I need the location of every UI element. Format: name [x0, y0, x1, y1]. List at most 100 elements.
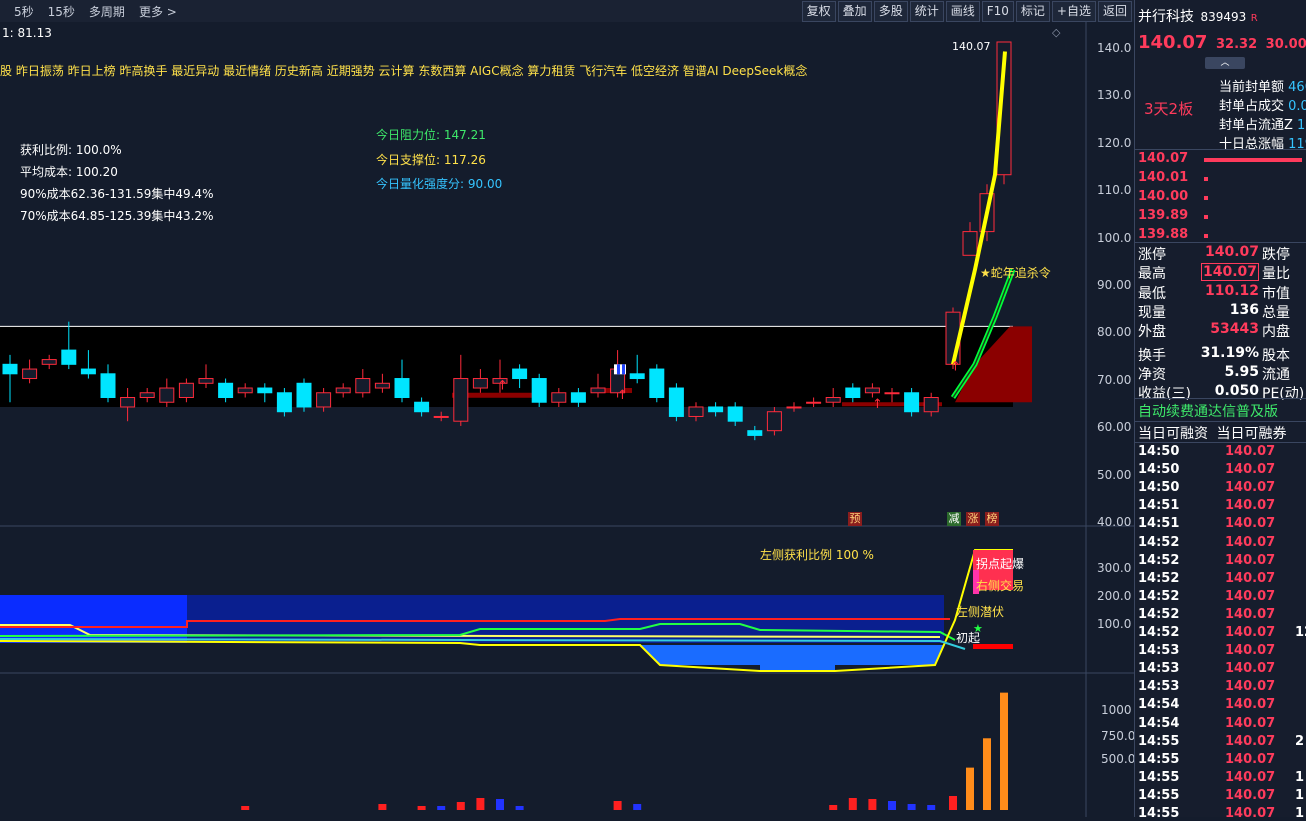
- candle-body: [394, 378, 410, 399]
- period-item-2[interactable]: 多周期: [89, 3, 125, 19]
- volume-bar: [241, 806, 250, 810]
- price-tick: 80.00: [1097, 325, 1132, 340]
- stat-value: 0.050: [1214, 383, 1259, 400]
- tick-time: 14:51: [1138, 516, 1180, 532]
- toolbar-button-0[interactable]: 复权: [801, 1, 836, 22]
- candle-body: [276, 392, 292, 413]
- toolbar-button-5[interactable]: F10: [981, 1, 1014, 22]
- bid-price: 139.89: [1138, 208, 1189, 223]
- stat-label-right: 市值: [1262, 285, 1290, 302]
- stat-label: 净资: [1138, 366, 1166, 383]
- candle-body: [923, 397, 939, 413]
- candle-body: [845, 387, 861, 398]
- up-arrow-icon: ↑: [872, 397, 883, 412]
- tick-price: 140.07: [1225, 697, 1276, 713]
- tick-time: 14:55: [1138, 751, 1180, 767]
- label-left-lurk: 左侧潜伏: [956, 605, 1005, 619]
- candle-body: [139, 392, 155, 399]
- candle-body: [100, 373, 116, 398]
- stat-label-right: 股本: [1262, 347, 1290, 364]
- avg-cost: 平均成本: 100.20: [20, 165, 118, 179]
- toolbar-button-7[interactable]: +自选: [1051, 1, 1096, 22]
- candle-body: [708, 406, 724, 413]
- toolbar-button-1[interactable]: 叠加: [837, 1, 872, 22]
- bid-volume-bar: [1204, 234, 1208, 238]
- tick-time: 14:53: [1138, 679, 1180, 695]
- candle-body: [747, 430, 763, 436]
- candle-body: [688, 406, 704, 417]
- candle-body: [2, 363, 18, 375]
- candle-body: [159, 387, 175, 403]
- period-item-3[interactable]: 更多 >: [139, 3, 177, 19]
- candle-body: [237, 387, 253, 394]
- volume-bar: [907, 804, 916, 810]
- stat-label-right: 流通: [1262, 366, 1290, 383]
- toolbar-button-6[interactable]: 标记: [1015, 1, 1050, 22]
- chart-area[interactable]: ↑ ↑ ↑ ↑ ◇ ★: [0, 22, 1134, 817]
- stat-label-right: 跌停: [1262, 247, 1290, 263]
- toolbar-button-4[interactable]: 画线: [945, 1, 980, 22]
- bid-price: 140.00: [1138, 189, 1189, 204]
- tick-price: 140.07: [1225, 444, 1276, 459]
- candle-body: [512, 368, 528, 380]
- toolbar-button-8[interactable]: 返回: [1097, 1, 1132, 22]
- label-breakout: 拐点起爆: [976, 557, 1025, 571]
- tick-time: 14:52: [1138, 606, 1180, 622]
- price-tick: 60.00: [1097, 420, 1132, 435]
- candle-body: [453, 378, 469, 422]
- tick-time: 14:54: [1138, 715, 1180, 731]
- period-item-0[interactable]: 5秒: [14, 3, 34, 19]
- tick-price: 140.07: [1225, 606, 1276, 622]
- seal-label: 封单占成交: [1219, 99, 1285, 114]
- bid-volume-bar: [1204, 158, 1302, 162]
- tick-time: 14:50: [1138, 462, 1180, 478]
- stat-value: 5.95: [1224, 363, 1259, 380]
- stat-label: 外盘: [1138, 324, 1166, 341]
- toolbar-button-3[interactable]: 统计: [909, 1, 944, 22]
- up-arrow-icon: ↑: [617, 388, 628, 403]
- chart-toolbar: 5秒 15秒 多周期 更多 > 复权 叠加 多股 统计 画线 F10 标记 +自选 返回: [0, 0, 1134, 23]
- bid-volume-bar: [1204, 215, 1208, 219]
- tick-price: 140.07: [1225, 534, 1276, 550]
- tick-price: 140.07: [1225, 769, 1276, 785]
- seal-value: 0.03: [1288, 99, 1306, 114]
- candle-body: [551, 392, 567, 403]
- candle-body: [178, 382, 194, 398]
- candle-body: [316, 392, 332, 408]
- stat-label: 最高: [1138, 266, 1166, 283]
- candle-body: [296, 382, 312, 408]
- seal-value: 460: [1288, 80, 1306, 95]
- tick-time: 14:55: [1138, 769, 1180, 785]
- candle-body: [590, 387, 606, 394]
- seal-value: 1.2: [1297, 118, 1306, 133]
- period-item-1[interactable]: 15秒: [48, 3, 75, 19]
- tick-price: 140.07: [1225, 733, 1276, 749]
- collapse-chevron-icon[interactable]: ︿: [1205, 57, 1245, 69]
- toolbar-button-2[interactable]: 多股: [873, 1, 908, 22]
- volume-bar: [633, 804, 642, 810]
- code-badge: R: [1250, 13, 1258, 24]
- volume-bar: [456, 802, 465, 810]
- promo-banner[interactable]: 自动续费通达信普及版: [1138, 401, 1278, 421]
- candle-body: [825, 397, 841, 403]
- volume-bar: [829, 805, 838, 810]
- volume-bar: [949, 796, 957, 810]
- volume-bar: [378, 804, 387, 810]
- volume-bar: [476, 798, 485, 810]
- tick-volume: 1: [1295, 806, 1305, 821]
- candle-body: [727, 406, 743, 422]
- cost-90: 90%成本62.36-131.59集中49.4%: [20, 187, 214, 201]
- kline-chart[interactable]: ↑↑↑↑◇★: [0, 22, 1134, 817]
- stat-label: 换手: [1138, 347, 1166, 364]
- diamond-icon: ◇: [1052, 26, 1061, 39]
- price-tick: 70.00: [1097, 372, 1132, 387]
- stock-name: 并行科技: [1138, 9, 1194, 25]
- candle-body: [904, 392, 920, 413]
- resistance-level: 今日阻力位: 147.21: [376, 128, 486, 142]
- candle-body: [61, 349, 77, 365]
- volume-bar: [515, 806, 524, 810]
- tick-price: 140.07: [1225, 679, 1276, 695]
- ma-label: 1: 81.13: [2, 26, 52, 40]
- price-tick: 40.00: [1097, 515, 1132, 529]
- quote-panel: 并行科技 839493 R 140.07 32.32 30.00% ︿ 3天2板…: [1134, 0, 1306, 821]
